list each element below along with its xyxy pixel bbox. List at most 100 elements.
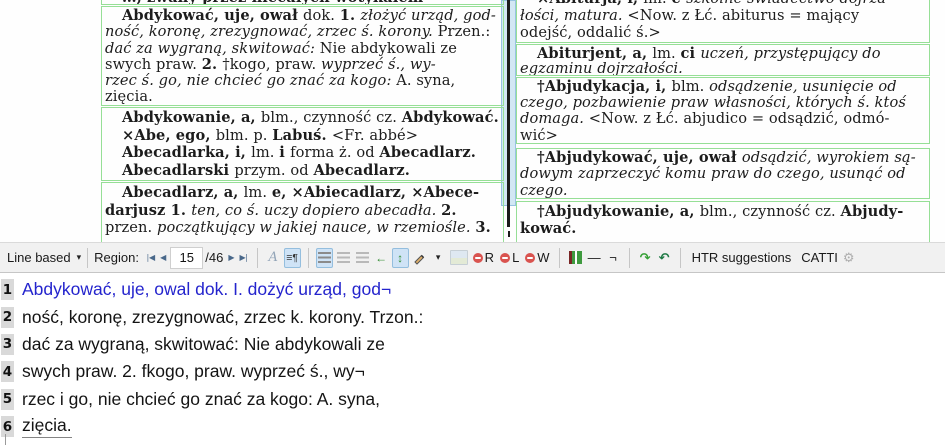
- line-number-badge[interactable]: 6: [1, 416, 14, 437]
- transcription-line-row[interactable]: 2 ność, koronę, zrezygnować, zrzec k. kor…: [0, 303, 945, 330]
- image-options-button[interactable]: [449, 248, 469, 268]
- collapse-button[interactable]: ←: [373, 248, 390, 268]
- scan-text-line[interactable]: Abdykowanie, a, blm., czynność cz. Abdyk…: [105, 109, 500, 127]
- scan-text-segment: dowym zaprzeczyć komu praw do czego, usu…: [520, 165, 906, 182]
- next-region-button[interactable]: ▶: [225, 253, 236, 262]
- red-minus-circle-icon: [473, 253, 483, 263]
- scan-text-line[interactable]: swych praw. 2. †kogo, praw. wyprzeć ś., …: [105, 57, 500, 73]
- red-minus-circle-icon: [500, 253, 510, 263]
- scan-text-line[interactable]: egzaminu dojrzałości.: [520, 61, 926, 76]
- scan-text-line[interactable]: dać za wygraną, skwitować: Nie abdykowal…: [105, 41, 500, 57]
- show-words-button[interactable]: [354, 248, 371, 268]
- text-region-box[interactable]: Abdykować, uje, ował dok. 1. złożyć urzą…: [101, 6, 504, 106]
- scan-text-line[interactable]: kować.: [520, 220, 926, 237]
- merge-shapes-button[interactable]: [567, 248, 584, 268]
- scan-text-segment: wyprzeć ś., wy-: [321, 56, 436, 73]
- italic-text-button[interactable]: A: [265, 248, 282, 268]
- line-number-badge[interactable]: 4: [1, 361, 14, 382]
- scan-text-line[interactable]: czego, pozbawienie praw własności, który…: [520, 95, 926, 111]
- scan-text-line[interactable]: darjusz 1. ten, co ś. uczy dopiero abeca…: [105, 202, 500, 220]
- previous-region-button[interactable]: ◀: [157, 253, 168, 262]
- scan-text-line[interactable]: ność, koronę, zrezygnować, zrzec ś. koro…: [105, 24, 500, 40]
- scan-text-line[interactable]: …, zwany przez niecałych wotykałem: [105, 0, 500, 5]
- scan-text-segment: Nie abdykowali ze: [320, 40, 457, 57]
- scan-text-line[interactable]: wić>: [520, 128, 926, 144]
- htr-suggestions-button[interactable]: HTR suggestions: [692, 250, 792, 265]
- image-icon: [450, 250, 468, 265]
- scan-text-segment: 3.: [475, 219, 490, 236]
- drawing-tool-dropdown[interactable]: ▾: [430, 248, 447, 268]
- region-number-input[interactable]: [170, 247, 203, 269]
- gear-icon[interactable]: ⚙: [843, 250, 855, 266]
- line-text[interactable]: zięcia.: [22, 415, 72, 438]
- scan-text-line[interactable]: †Abjudykować, uje, ował odsądzić, wyroki…: [520, 150, 926, 166]
- line-number-badge[interactable]: 3: [1, 334, 14, 355]
- scan-text-segment: Abjudy-: [841, 203, 904, 220]
- italic-a-icon: A: [268, 250, 277, 265]
- scan-text-line[interactable]: ×Abe, ego, blm. p. Labuś. <Fr. abbé>: [105, 127, 500, 145]
- insert-softbreak-button[interactable]: ¬: [605, 248, 622, 268]
- scan-text-line[interactable]: Abecadlarski przym. od Abecadlarz.: [105, 162, 500, 180]
- delete-word-button[interactable]: W: [525, 250, 549, 265]
- undo-button[interactable]: ↶: [656, 248, 673, 268]
- scan-text-segment: lm.: [251, 144, 279, 161]
- expand-vertical-button[interactable]: ↕: [392, 248, 409, 268]
- scan-text-line[interactable]: rzec ś. go, nie chcieć go znać za kogo: …: [105, 73, 500, 89]
- text-region-box[interactable]: †Abjudykowanie, a, blm., czynność cz. Ab…: [516, 201, 930, 242]
- scan-text-line[interactable]: domaga. <Now. z Łć. abjudico = odsądzić,…: [520, 111, 926, 127]
- scan-text-line[interactable]: Abiturjent, a, lm. ci uczeń, przystępują…: [520, 46, 926, 61]
- transcription-line-row[interactable]: 3 dać za wygraną, skwitować: Nie abdykowa…: [0, 331, 945, 358]
- transcription-line-row[interactable]: 6 zięcia.: [0, 413, 945, 440]
- text-region-box[interactable]: ×Abiturja, i, lm. e szkolne świadectwo d…: [516, 0, 930, 43]
- scan-text-line[interactable]: dowym zaprzeczyć komu praw do czego, usu…: [520, 166, 926, 182]
- delete-region-button[interactable]: R: [473, 250, 494, 265]
- scan-text-line[interactable]: zięcia.: [105, 89, 500, 105]
- scan-text-line[interactable]: Abdykować, uje, ował dok. 1. złożyć urzą…: [105, 8, 500, 24]
- transcription-line-row[interactable]: 5 rzec i go, nie chcieć go znać za kogo: …: [0, 386, 945, 413]
- delete-line-button[interactable]: L: [500, 250, 519, 265]
- line-number-badge[interactable]: 2: [1, 307, 14, 328]
- scan-text-line[interactable]: odejść, oddalić ś.>: [520, 24, 926, 41]
- scan-text-line[interactable]: ×Abiturja, i, lm. e szkolne świadectwo d…: [520, 0, 926, 7]
- scan-text-segment: Abdykować.: [402, 109, 499, 126]
- insert-dash-button[interactable]: —: [586, 248, 603, 268]
- scan-text-line[interactable]: †Abjudykowanie, a, blm., czynność cz. Ab…: [520, 203, 926, 220]
- show-paragraph-marks-button[interactable]: ≡¶: [284, 248, 301, 268]
- last-region-button[interactable]: ▶∣: [237, 253, 251, 262]
- line-text[interactable]: ność, koronę, zrezygnować, zrzec k. koro…: [22, 307, 423, 328]
- transcription-line-row[interactable]: 4 swych praw. 2. fkogo, praw. wyprzeć ś.,…: [0, 358, 945, 385]
- text-region-box[interactable]: …, zwany przez niecałych wotykałem: [101, 0, 504, 5]
- text-region-box[interactable]: Abdykowanie, a, blm., czynność cz. Abdyk…: [101, 107, 504, 181]
- line-text[interactable]: dać za wygraną, skwitować: Nie abdykowal…: [22, 334, 385, 355]
- catti-button[interactable]: CATTI: [801, 250, 838, 265]
- line-text[interactable]: Abdykować, uje, owal dok. I. dożyć urząd…: [22, 279, 391, 300]
- segmentation-mode-dropdown[interactable]: Line based ▾: [7, 250, 81, 265]
- scan-text-line[interactable]: czego.: [520, 183, 926, 199]
- scan-area[interactable]: …, zwany przez niecałych wotykałem Abdyko…: [0, 0, 945, 242]
- line-text[interactable]: rzec i go, nie chcieć go znać za kogo: A…: [22, 389, 380, 410]
- show-baselines-button[interactable]: [335, 248, 352, 268]
- show-lines-overlay-button[interactable]: [316, 248, 333, 268]
- text-region-box[interactable]: †Abjudykować, uje, ował odsądzić, wyroki…: [516, 148, 930, 199]
- scan-text-line[interactable]: Abecadlarz, a, lm. e, ×Abiecadlarz, ×Abe…: [105, 184, 500, 202]
- scan-text-segment: rzec ś. go, nie chcieć go znać za kogo:: [105, 72, 396, 89]
- text-region-box[interactable]: Abecadlarz, a, lm. e, ×Abiecadlarz, ×Abe…: [101, 182, 504, 242]
- drawing-tool-button[interactable]: [411, 248, 428, 268]
- first-region-button[interactable]: ∣◀: [143, 253, 157, 262]
- scan-text-line[interactable]: łości, matura. <Now. z Łć. abiturus = ma…: [520, 7, 926, 24]
- scan-text-line[interactable]: Abecadlarka, i, lm. i forma ż. od Abecad…: [105, 144, 500, 162]
- scan-text-segment: ność, koronę, zrezygnować, zrzec ś. koro…: [105, 23, 438, 40]
- line-number-badge[interactable]: 1: [1, 279, 14, 300]
- redo-button[interactable]: ↷: [637, 248, 654, 268]
- line-number-badge[interactable]: 5: [1, 389, 14, 410]
- scan-text-segment: domaga.: [520, 110, 589, 127]
- scan-text-segment: odejść, oddalić ś.>: [520, 24, 661, 41]
- text-region-box[interactable]: †Abjudykacja, i, blm. odsądzenie, usunię…: [516, 77, 930, 144]
- transcription-line-row[interactable]: 1 Abdykować, uje, owal dok. I. dożyć urzą…: [0, 276, 945, 303]
- line-text[interactable]: swych praw. 2. fkogo, praw. wyprzeć ś., …: [22, 361, 365, 382]
- transcription-editor[interactable]: 1 Abdykować, uje, owal dok. I. dożyć urzą…: [0, 273, 945, 445]
- text-region-box[interactable]: Abiturjent, a, lm. ci uczeń, przystępują…: [516, 44, 930, 76]
- scan-text-segment: Abecadlarz.: [379, 144, 476, 161]
- scan-text-line[interactable]: †Abjudykacja, i, blm. odsądzenie, usunię…: [520, 79, 926, 95]
- scan-text-line[interactable]: przen. początkujący w jakiej nauce, w rz…: [105, 219, 500, 237]
